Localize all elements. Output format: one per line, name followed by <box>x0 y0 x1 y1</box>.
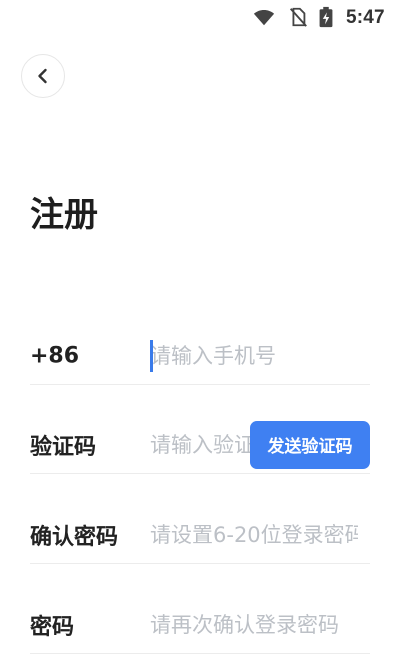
confirm-password-input[interactable] <box>150 517 358 552</box>
status-time: 5:47 <box>346 7 385 28</box>
text-cursor <box>150 340 153 372</box>
status-bar: 5:47 <box>0 0 400 36</box>
confirm-password-row: 确认密码 <box>30 506 370 564</box>
verification-code-row: 验证码 发送验证码 <box>30 416 370 474</box>
verification-code-label: 验证码 <box>30 434 97 460</box>
page-title: 注册 <box>30 195 98 235</box>
phone-input[interactable] <box>150 338 358 373</box>
country-code-label: +86 <box>30 343 80 368</box>
verification-code-input[interactable] <box>150 427 250 462</box>
phone-row: +86 <box>30 327 370 385</box>
password-label: 密码 <box>30 614 75 640</box>
confirm-password-label: 确认密码 <box>30 524 119 550</box>
password-row: 密码 <box>30 596 370 654</box>
battery-charging-icon <box>319 6 333 28</box>
no-sim-icon <box>289 7 307 27</box>
chevron-left-icon <box>38 68 47 84</box>
back-button[interactable] <box>21 54 65 98</box>
send-code-button[interactable]: 发送验证码 <box>250 420 370 469</box>
register-screen: 5:47 注册 +86 验证码 发送验证码 确认密码 密码 <box>0 0 400 660</box>
password-input[interactable] <box>150 607 358 642</box>
wifi-icon <box>253 10 275 26</box>
